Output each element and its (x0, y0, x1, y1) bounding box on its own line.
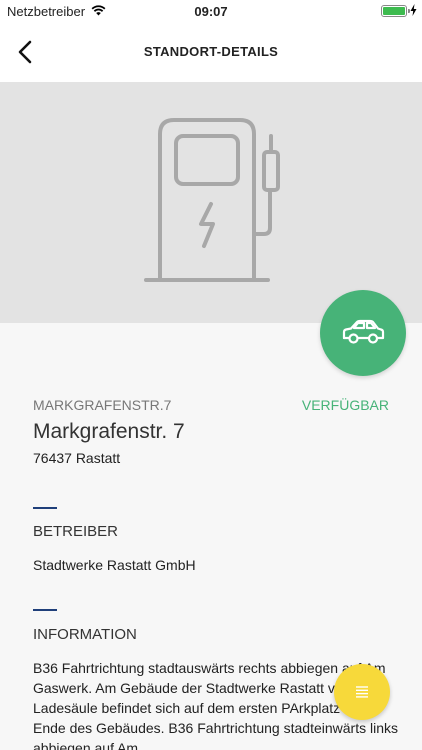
address-title: Markgrafenstr. 7 (33, 420, 185, 443)
city-label: 76437 Rastatt (33, 450, 121, 466)
information-heading: INFORMATION (33, 626, 137, 643)
charging-station-icon (144, 118, 280, 282)
operator-heading: BETREIBER (33, 523, 119, 540)
status-bar: Netzbetreiber 09:07 (0, 0, 422, 22)
charging-bolt-icon (410, 4, 417, 16)
operator-name: Stadtwerke Rastatt GmbH (33, 557, 196, 573)
car-button[interactable] (320, 290, 406, 376)
section-divider (33, 609, 57, 611)
navigation-bar: STANDORT-DETAILS (0, 22, 422, 82)
hero-image (0, 82, 422, 323)
battery-icon (381, 5, 410, 17)
car-icon (342, 319, 385, 344)
section-divider (33, 507, 57, 509)
availability-status: VERFÜGBAR (301, 397, 389, 413)
menu-icon (356, 686, 368, 698)
short-address: MARKGRAFENSTR.7 (33, 397, 172, 413)
menu-button[interactable] (334, 664, 390, 720)
status-time: 09:07 (194, 4, 228, 19)
page-title: STANDORT-DETAILS (143, 44, 279, 59)
